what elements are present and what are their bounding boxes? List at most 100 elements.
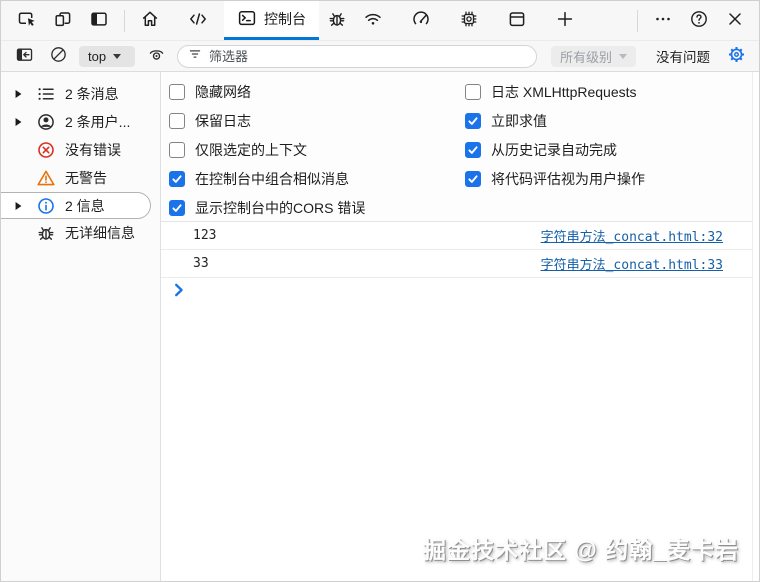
setting-show-cors-errors[interactable]: 显示控制台中的CORS 错误 [169, 193, 465, 222]
checkbox-unchecked[interactable] [169, 141, 185, 158]
layout-panel-button[interactable] [81, 1, 117, 40]
setting-autocomplete-history[interactable]: 从历史记录自动完成 [465, 135, 759, 164]
console-filter-input[interactable] [209, 48, 526, 64]
console-sidebar: 2 条消息 2 条用户... 没有错误 无警告 2 信息 无详细信息 [1, 72, 161, 581]
filter-icon [188, 47, 202, 66]
tab-network[interactable] [355, 1, 391, 40]
home-icon [140, 9, 160, 32]
sidebar-item-verbose[interactable]: 无详细信息 [1, 219, 160, 247]
checkbox-checked[interactable] [465, 141, 481, 158]
bug-icon [327, 9, 347, 32]
console-settings-panel: 隐藏网络 保留日志 仅限选定的上下文 在控制台中组合相似消息 显示控制台中的CO… [161, 72, 759, 222]
more-tabs-button[interactable] [547, 1, 583, 40]
close-devtools-button[interactable] [717, 1, 753, 40]
setting-eager-evaluation[interactable]: 立即求值 [465, 106, 759, 135]
tab-performance[interactable] [403, 1, 439, 40]
setting-group-similar[interactable]: 在控制台中组合相似消息 [169, 164, 465, 193]
console-prompt[interactable] [161, 278, 759, 306]
console-settings-button[interactable] [723, 44, 749, 68]
error-icon [36, 140, 56, 160]
setting-selected-context-only[interactable]: 仅限选定的上下文 [169, 135, 465, 164]
setting-log-xmlhttprequests[interactable]: 日志 XMLHttpRequests [465, 77, 759, 106]
scrollbar-gutter[interactable] [752, 72, 759, 581]
console-sidebar-toggle-button[interactable] [11, 44, 37, 68]
bug-icon [36, 223, 56, 243]
setting-evaluation-as-user-action[interactable]: 将代码评估视为用户操作 [465, 164, 759, 193]
device-emulation-button[interactable] [45, 1, 81, 40]
info-icon [36, 196, 56, 216]
prompt-chevron-icon [174, 283, 184, 302]
chip-icon [459, 9, 479, 32]
log-levels-label: 所有级别 [559, 49, 612, 65]
toolbar-divider [124, 9, 125, 32]
console-message-text: 123 [193, 228, 217, 243]
sidebar-item-user-messages[interactable]: 2 条用户... [1, 108, 160, 136]
source-link[interactable]: 字符串方法_concat.html:32 [541, 226, 723, 245]
tab-memory[interactable] [451, 1, 487, 40]
chevron-down-icon [113, 53, 122, 59]
tab-console-label: 控制台 [264, 11, 306, 27]
log-levels-dropdown[interactable]: 所有级别 [550, 45, 636, 67]
settings-column-right: 日志 XMLHttpRequests 立即求值 从历史记录自动完成 将代码评估视… [465, 77, 759, 221]
tab-debugger[interactable] [319, 1, 355, 40]
sidebar-item-info[interactable]: 2 信息 [1, 192, 151, 219]
gauge-icon [411, 9, 431, 32]
settings-column-left: 隐藏网络 保留日志 仅限选定的上下文 在控制台中组合相似消息 显示控制台中的CO… [169, 77, 465, 221]
checkbox-checked[interactable] [465, 112, 481, 129]
layout-panel-icon [89, 9, 109, 32]
inspect-cursor-icon [17, 9, 37, 32]
checkbox-unchecked[interactable] [169, 112, 185, 129]
console-content: 2 条消息 2 条用户... 没有错误 无警告 2 信息 无详细信息 隐藏网络 … [1, 72, 759, 581]
console-toolbar: top 所有级别 没有问题 [1, 41, 759, 72]
sidebar-item-errors[interactable]: 没有错误 [1, 136, 160, 164]
checkbox-checked[interactable] [169, 199, 185, 216]
list-icon [36, 84, 56, 104]
devtools-tabbar: 控制台 [1, 1, 759, 41]
gear-icon [726, 44, 747, 68]
console-message-text: 33 [193, 256, 209, 271]
expand-arrow-icon[interactable] [14, 201, 23, 211]
checkbox-unchecked[interactable] [465, 83, 481, 100]
clear-console-button[interactable] [45, 44, 71, 68]
expand-arrow-icon[interactable] [14, 89, 23, 99]
ellipsis-icon [653, 9, 673, 32]
app-window-icon [507, 9, 527, 32]
close-icon [725, 9, 745, 32]
more-options-button[interactable] [645, 1, 681, 40]
checkbox-checked[interactable] [465, 170, 481, 187]
setting-preserve-log[interactable]: 保留日志 [169, 106, 465, 135]
sidebar-item-warnings[interactable]: 无警告 [1, 164, 160, 192]
chevron-down-icon [619, 53, 627, 59]
tab-console[interactable]: 控制台 [224, 1, 319, 40]
help-icon [689, 9, 709, 32]
eye-icon [147, 45, 166, 67]
sidebar-toggle-icon [15, 45, 34, 67]
devtools-window: 控制台 top 筛选器 所有级别 没有问题 2 条消息 2 条用户... 没有错… [0, 0, 760, 582]
live-expression-button[interactable] [143, 44, 169, 68]
tab-application[interactable] [499, 1, 535, 40]
setting-hide-network[interactable]: 隐藏网络 [169, 77, 465, 106]
tab-elements[interactable] [180, 1, 216, 40]
console-message-row: 123 字符串方法_concat.html:32 [161, 222, 759, 250]
device-emulation-icon [53, 9, 73, 32]
checkbox-unchecked[interactable] [169, 83, 185, 100]
plus-icon [555, 9, 575, 32]
expand-arrow-icon[interactable] [14, 117, 23, 127]
javascript-context-selector[interactable]: top [79, 45, 135, 67]
toolbar-divider [637, 9, 638, 32]
console-icon [237, 8, 257, 31]
help-button[interactable] [681, 1, 717, 40]
tab-welcome[interactable] [132, 1, 168, 40]
checkbox-checked[interactable] [169, 170, 185, 187]
context-selector-value: top [88, 48, 107, 64]
source-link[interactable]: 字符串方法_concat.html:33 [541, 254, 723, 273]
console-filter-field[interactable] [177, 44, 537, 68]
inspect-element-button[interactable] [9, 1, 45, 40]
code-icon [188, 9, 208, 32]
user-icon [36, 112, 56, 132]
warning-icon [36, 168, 56, 188]
wifi-icon [363, 9, 383, 32]
block-icon [49, 45, 68, 67]
sidebar-item-messages[interactable]: 2 条消息 [1, 80, 160, 108]
issues-counter[interactable]: 没有问题 [656, 46, 710, 66]
